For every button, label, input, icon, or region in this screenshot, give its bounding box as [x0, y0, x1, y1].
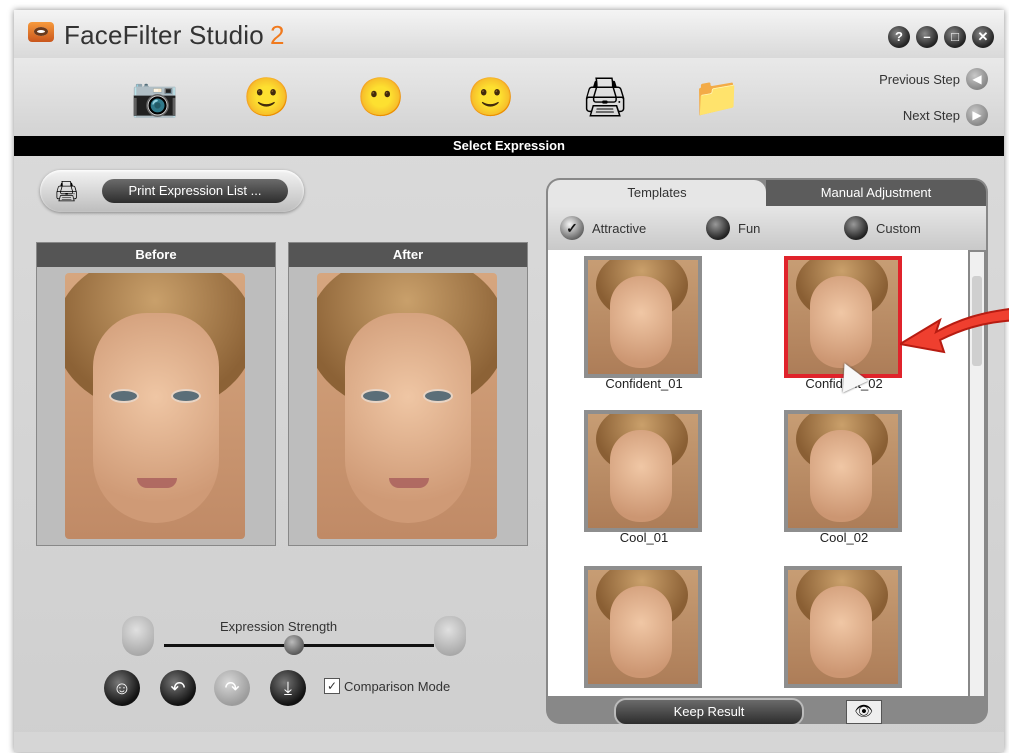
print-button-label: Print Expression List ...	[102, 179, 288, 203]
tab-manual-adjustment[interactable]: Manual Adjustment	[766, 180, 986, 206]
export-folder-icon[interactable]: 📁	[682, 68, 752, 128]
tab-templates[interactable]: Templates	[548, 180, 766, 206]
filter-attractive[interactable]: ✓ Attractive	[560, 216, 646, 240]
slider-thumb[interactable]	[284, 635, 304, 655]
makeup-face-icon[interactable]: 😶	[346, 68, 416, 128]
expression-panel: Templates Manual Adjustment ✓ Attractive…	[546, 178, 988, 724]
redo-button[interactable]: ↷	[214, 670, 250, 706]
keep-result-button[interactable]: Keep Result	[614, 698, 804, 724]
print-expression-list-button[interactable]: 🖨 Print Expression List ...	[40, 170, 304, 212]
app-name: FaceFilter Studio	[64, 20, 264, 50]
save-button[interactable]: ⤓	[270, 670, 306, 706]
arrow-left-icon: ◀	[966, 68, 988, 90]
undo-button[interactable]: ↶	[160, 670, 196, 706]
filter-custom[interactable]: Custom	[844, 216, 921, 240]
camera-icon[interactable]: 📷	[120, 68, 190, 128]
app-logo-icon	[28, 22, 54, 42]
checkbox-icon: ✓	[324, 678, 340, 694]
app-version: 2	[269, 20, 285, 50]
red-annotation-arrow	[900, 308, 1009, 354]
neutral-head-icon	[122, 616, 154, 656]
after-photo	[317, 273, 497, 539]
status-bar	[14, 732, 1004, 752]
template-cool-02[interactable]: Cool_02	[784, 410, 904, 545]
expression-faces-icon[interactable]: 🙂	[456, 68, 526, 128]
radio-icon	[844, 216, 868, 240]
template-cool-01[interactable]: Cool_01	[584, 410, 704, 545]
app-title: FaceFilter Studio 2	[64, 20, 285, 51]
previous-step-button[interactable]: Previous Step ◀	[879, 68, 988, 90]
next-step-button[interactable]: Next Step ▶	[903, 104, 988, 126]
template-confident-02[interactable]: Confident_02	[784, 256, 904, 391]
expressive-head-icon	[434, 616, 466, 656]
filter-fun[interactable]: Fun	[706, 216, 760, 240]
checkmark-radio-icon: ✓	[560, 216, 584, 240]
maximize-icon[interactable]: □	[944, 26, 966, 48]
eye-preview-icon[interactable]: 👁	[846, 700, 882, 724]
help-icon[interactable]: ?	[888, 26, 910, 48]
face-add-button[interactable]: ☺	[104, 670, 140, 706]
next-step-label: Next Step	[902, 107, 960, 123]
expression-strength-label: Expression Strength	[220, 619, 338, 634]
comparison-mode-checkbox[interactable]: ✓ Comparison Mode	[324, 678, 450, 694]
printer-small-icon: 🖨	[54, 181, 80, 203]
face-landmark-icon[interactable]: 🙂	[232, 68, 302, 128]
after-header: After	[289, 243, 527, 267]
before-header: Before	[37, 243, 275, 267]
after-panel: After	[288, 242, 528, 546]
previous-step-label: Previous Step	[879, 71, 960, 87]
workflow-toolbar: 📷 🙂 😶 🙂 🖨 📁 Previous Step ◀ Next Step ▶	[14, 58, 1004, 136]
template-thumb-6[interactable]	[784, 566, 904, 688]
close-icon[interactable]: ✕	[972, 26, 994, 48]
minimize-icon[interactable]: –	[916, 26, 938, 48]
template-filters: ✓ Attractive Fun Custom	[548, 206, 986, 250]
before-photo	[65, 273, 245, 539]
comparison-mode-label: Comparison Mode	[344, 678, 451, 694]
before-panel: Before	[36, 242, 276, 546]
arrow-right-icon: ▶	[966, 104, 988, 126]
title-bar: FaceFilter Studio 2 ? – □ ✕	[14, 10, 1004, 58]
step-title: Select Expression	[14, 136, 1004, 156]
template-confident-01[interactable]: Confident_01	[584, 256, 704, 391]
printer-icon[interactable]: 🖨	[570, 68, 640, 128]
radio-icon	[706, 216, 730, 240]
template-thumb-5[interactable]	[584, 566, 704, 688]
